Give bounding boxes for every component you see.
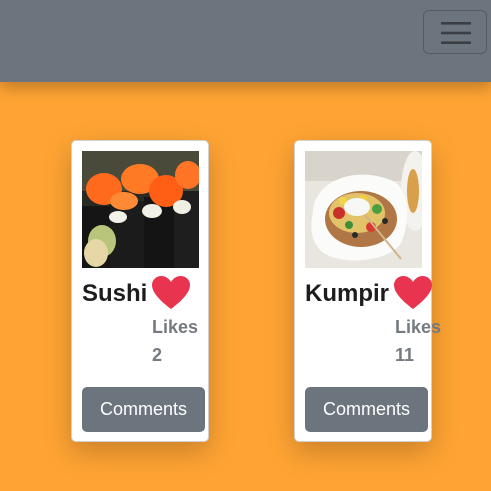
comments-button[interactable]: Comments (305, 387, 428, 432)
likes-label: Likes (152, 317, 199, 337)
likes-label: Likes (395, 317, 442, 337)
comments-button[interactable]: Comments (82, 387, 205, 432)
likes-count: 2 (152, 345, 163, 365)
navbar (0, 0, 491, 82)
like-heart-icon[interactable] (151, 275, 191, 311)
post-photo-kumpir (305, 151, 422, 268)
post-title: Kumpir (305, 280, 389, 307)
likes-count: 11 (395, 345, 415, 365)
post-card: Sushi Likes 2 Comments (71, 140, 209, 442)
post-title: Sushi (82, 280, 148, 307)
post-card: Kumpir Likes 11 Comments (294, 140, 441, 442)
post-photo-sushi (82, 151, 199, 268)
navbar-toggler-button[interactable] (423, 10, 487, 54)
like-heart-icon[interactable] (393, 275, 433, 311)
hamburger-menu-icon (441, 22, 471, 44)
